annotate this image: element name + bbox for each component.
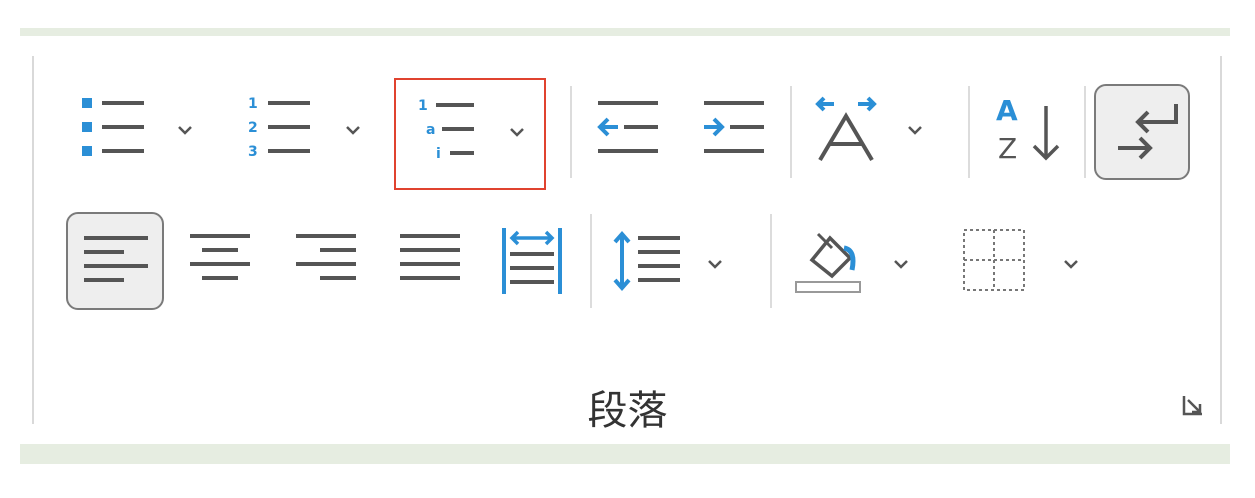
numbering-mark-2: 2 xyxy=(248,120,258,136)
numbering-mark-1: 1 xyxy=(248,96,258,112)
align-left-icon xyxy=(84,236,148,282)
character-spacing-icon xyxy=(815,96,877,162)
increase-indent-button[interactable] xyxy=(700,92,770,166)
borders-button[interactable] xyxy=(958,224,1088,298)
separator xyxy=(968,86,970,178)
decrease-indent-icon xyxy=(597,101,658,153)
dialog-launcher-button[interactable] xyxy=(1180,392,1206,418)
justify-icon xyxy=(400,234,460,280)
align-left-button[interactable] xyxy=(66,212,164,310)
line-spacing-button[interactable] xyxy=(610,224,734,298)
sort-button[interactable]: A Z xyxy=(990,92,1070,166)
distributed-button[interactable] xyxy=(498,224,568,298)
separator xyxy=(1084,86,1086,178)
chevron-down-icon[interactable] xyxy=(1062,258,1080,270)
sort-mark-z: Z xyxy=(998,132,1017,165)
sort-az-icon: A Z xyxy=(996,94,1060,165)
align-right-icon xyxy=(296,234,356,280)
multilevel-list-button[interactable]: 1 a i xyxy=(394,78,546,190)
chevron-down-icon[interactable] xyxy=(906,124,924,136)
group-divider-left xyxy=(32,56,34,424)
shading-button[interactable] xyxy=(792,224,922,298)
multilevel-mark-i: i xyxy=(436,146,441,162)
numbering-mark-3: 3 xyxy=(248,144,258,160)
show-formatting-marks-button[interactable] xyxy=(1094,84,1190,180)
dialog-launcher-icon xyxy=(1182,396,1202,416)
separator xyxy=(590,214,592,308)
paragraph-mark-icon xyxy=(1118,104,1178,160)
justify-button[interactable] xyxy=(396,224,466,298)
multilevel-list-icon: 1 a i xyxy=(418,98,474,162)
chevron-down-icon[interactable] xyxy=(706,258,724,270)
character-spacing-button[interactable] xyxy=(810,92,940,166)
paint-bucket-icon xyxy=(795,232,861,293)
separator xyxy=(770,214,772,308)
sort-mark-a: A xyxy=(996,94,1018,127)
bullet-list-icon xyxy=(82,98,144,156)
numbering-button[interactable]: 1 2 3 xyxy=(244,92,384,166)
distributed-icon xyxy=(502,228,562,294)
chevron-down-icon[interactable] xyxy=(176,124,194,136)
group-label-paragraph: 段落 xyxy=(587,388,668,434)
separator xyxy=(570,86,572,178)
numbered-list-icon: 1 2 3 xyxy=(248,96,310,160)
ribbon-top-band xyxy=(20,28,1230,36)
borders-icon xyxy=(963,229,1025,291)
group-divider-right xyxy=(1220,56,1222,424)
ribbon-bottom-band xyxy=(20,444,1230,464)
line-spacing-icon xyxy=(613,230,680,292)
increase-indent-icon xyxy=(704,101,764,153)
align-right-button[interactable] xyxy=(292,224,362,298)
multilevel-mark-a: a xyxy=(426,122,435,138)
multilevel-mark-1: 1 xyxy=(418,98,428,114)
bullets-button[interactable] xyxy=(76,92,206,166)
align-center-icon xyxy=(190,234,250,280)
separator xyxy=(790,86,792,178)
chevron-down-icon[interactable] xyxy=(892,258,910,270)
decrease-indent-button[interactable] xyxy=(594,92,664,166)
chevron-down-icon[interactable] xyxy=(344,124,362,136)
chevron-down-icon[interactable] xyxy=(508,126,526,138)
align-center-button[interactable] xyxy=(186,224,256,298)
